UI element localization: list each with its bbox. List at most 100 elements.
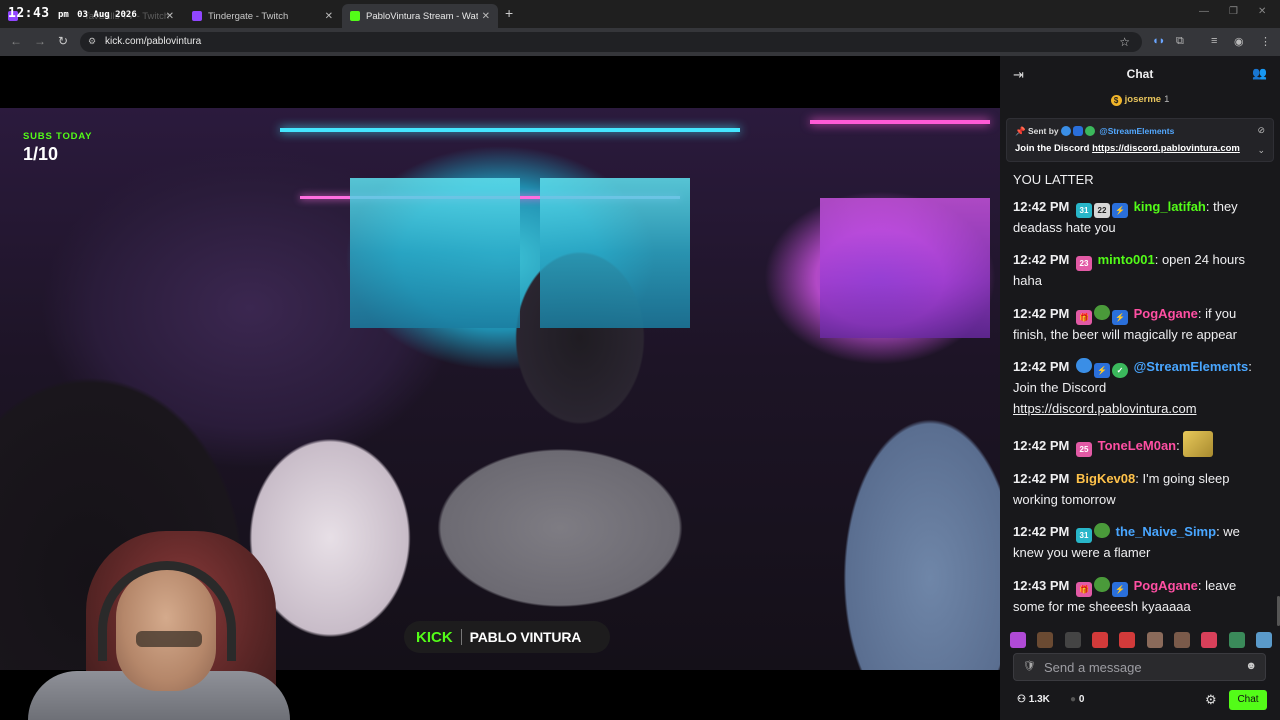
chat-message: 12:42 PM 31 the_Naive_Simp: we knew you … <box>1013 523 1240 560</box>
glasses <box>136 631 202 647</box>
chat-input-placeholder: Send a message <box>1044 660 1142 675</box>
pinned-sender-line: 📌 Sent by @StreamElements <box>1015 126 1174 137</box>
close-icon[interactable]: ✕ <box>166 11 174 22</box>
quick-emote-2[interactable] <box>1037 632 1054 648</box>
emote-image <box>1183 431 1214 457</box>
media-control-icon[interactable]: ≡ <box>1211 35 1217 47</box>
message-username[interactable]: ToneLeM0an <box>1098 438 1177 453</box>
close-window-icon[interactable]: ✕ <box>1258 6 1266 17</box>
site-info-icon[interactable]: ⚙ <box>88 36 96 47</box>
shield-icon: 🛡 <box>1023 661 1036 672</box>
quick-emote-bar <box>1010 630 1272 650</box>
quick-emote-6[interactable] <box>1146 632 1163 648</box>
kick-logo: KICK <box>416 628 453 646</box>
gifter-badge-icon: 25 <box>1076 442 1092 457</box>
clock-date: 03 Aug 2026 <box>77 10 137 20</box>
pinned-link[interactable]: https://discord.pablovintura.com <box>1092 143 1240 154</box>
clock-ampm: pm <box>57 10 69 20</box>
divider <box>460 629 462 645</box>
bot-badge-icon <box>1076 358 1092 373</box>
message-time: 12:42 PM <box>1013 471 1070 486</box>
browser-toolbar: ← → ↻ ⚙ kick.com/pablovintura ☆ ◖◗ ⧉ ≡ ◉… <box>0 28 1280 56</box>
chat-message: 12:42 PM 23 minto001: open 24 hours haha <box>1013 252 1246 288</box>
maximize-icon[interactable]: ❐ <box>1229 6 1238 17</box>
channel-points[interactable]: ● 0 <box>1070 694 1084 705</box>
streamer-name-banner: KICK PABLO VINTURA <box>404 621 610 653</box>
reload-icon[interactable]: ↻ <box>58 34 68 48</box>
chat-message: 12:42 PM 25 ToneLeM0an: <box>1013 431 1271 457</box>
video-player[interactable]: SUBS TODAY 1/10 KICK PABLO VINTURA <box>0 56 1000 720</box>
message-username[interactable]: the_Naive_Simp <box>1116 524 1216 539</box>
clock-overlay: 12:43 pm 03 Aug 2026 <box>8 6 137 21</box>
gifter-badge-icon: 23 <box>1076 256 1092 271</box>
tab-tindergate[interactable]: Tindergate - Twitch ✕ <box>184 4 341 28</box>
close-icon[interactable]: ✕ <box>482 11 490 22</box>
moderator-badge-icon: ⚡ <box>1112 202 1128 218</box>
message-time: 12:42 PM <box>1013 252 1070 267</box>
quick-emote-7[interactable] <box>1173 632 1190 648</box>
verified-badge-icon <box>1085 126 1096 136</box>
message-username[interactable]: minto001 <box>1098 252 1155 267</box>
menu-kebab-icon[interactable]: ⋮ <box>1260 35 1271 48</box>
chevron-down-icon[interactable]: ⌄ <box>1257 145 1265 156</box>
bookmark-star-icon[interactable]: ☆ <box>1119 35 1130 49</box>
message-username[interactable]: @StreamElements <box>1134 359 1249 374</box>
frog-badge-icon <box>1094 304 1110 320</box>
minimize-icon[interactable]: — <box>1199 6 1209 17</box>
message-username[interactable]: PogAgane <box>1134 578 1198 593</box>
chat-message: 12:42 PM BigKev08: I'm going sleep worki… <box>1013 471 1230 507</box>
chat-message: 12:42 PM ⚡ ✓ @StreamElements: Join the Di… <box>1013 358 1252 416</box>
top-gifter[interactable]: $ joserme 1 <box>1000 94 1280 110</box>
quick-emote-5[interactable] <box>1119 632 1136 648</box>
new-tab-button[interactable]: + <box>505 5 513 21</box>
message-time: 12:42 PM <box>1013 438 1070 453</box>
back-icon[interactable]: ← <box>10 34 22 48</box>
message-username[interactable]: BigKev08 <box>1076 471 1135 486</box>
points-value: 0 <box>1078 694 1085 705</box>
message-link[interactable]: https://discord.pablovintura.com <box>1013 401 1197 416</box>
quick-emote-9[interactable] <box>1228 632 1245 648</box>
forward-icon[interactable]: → <box>34 34 46 48</box>
viewer-count-value: 1.3K <box>1028 694 1050 705</box>
chat-settings-gear-icon[interactable]: ⚙ <box>1205 692 1217 708</box>
fridge-display <box>820 198 990 338</box>
pinned-message[interactable]: 📌 Sent by @StreamElements Join the Disco… <box>1006 118 1274 162</box>
extensions-puzzle-icon[interactable]: ⧉ <box>1176 35 1184 48</box>
chat-message: 12:42 PM 🎁 ⚡ PogAgane: if you finish, the… <box>1013 304 1237 342</box>
pinned-text-line: Join the Discord https://discord.pablovi… <box>1015 143 1240 154</box>
webcam-overlay <box>28 531 290 720</box>
message-text: Join the Discord <box>1013 380 1107 395</box>
quick-emote-4[interactable] <box>1091 632 1108 648</box>
extension-icon[interactable]: ◖◗ <box>1152 35 1165 47</box>
profile-icon[interactable]: ◉ <box>1234 35 1244 48</box>
tab-pablovintura[interactable]: PabloVintura Stream - Watc ✕ <box>342 4 498 28</box>
chat-input[interactable]: 🛡 Send a message ☻ <box>1013 653 1266 681</box>
viewer-count[interactable]: ⚇ 1.3K <box>1017 694 1050 705</box>
close-icon[interactable]: ✕ <box>325 11 333 22</box>
quick-emote-3[interactable] <box>1064 632 1081 648</box>
message-username[interactable]: PogAgane <box>1134 306 1198 321</box>
quick-emote-10[interactable] <box>1255 632 1272 648</box>
message-time: 12:42 PM <box>1013 305 1070 321</box>
user-list-icon[interactable]: 👥 <box>1252 66 1267 80</box>
url-text: kick.com/pablovintura <box>105 36 202 47</box>
gift-coin-icon: $ <box>1110 95 1122 106</box>
pinned-sender: @StreamElements <box>1099 126 1175 136</box>
kick-favicon-icon <box>350 11 360 21</box>
chat-message: 12:43 PM 🎁 ⚡ PogAgane: leave some for me … <box>1013 576 1237 614</box>
twitch-favicon-icon <box>192 11 202 21</box>
message-username[interactable]: king_latifah <box>1134 199 1206 214</box>
send-chat-button[interactable]: Chat <box>1229 690 1267 710</box>
quick-emote-1[interactable] <box>1010 632 1026 648</box>
emoji-picker-icon[interactable]: ☻ <box>1245 660 1257 672</box>
quick-emote-8[interactable] <box>1201 632 1218 648</box>
chat-footer: ⚇ 1.3K ● 0 ⚙ Chat <box>1000 688 1280 718</box>
moderator-badge-icon: ⚡ <box>1112 581 1128 597</box>
neon-light <box>280 128 740 132</box>
address-bar[interactable]: ⚙ kick.com/pablovintura ☆ <box>80 32 1142 52</box>
chat-message: 12:42 PM 31 22 ⚡ king_latifah: they deadas… <box>1013 198 1238 235</box>
subscriber-badge-icon: 31 <box>1076 202 1092 218</box>
chat-panel: ⇥ Chat 👥 $ joserme 1 📌 Sent by @StreamElem… <box>1000 56 1280 720</box>
message-time: 12:43 PM <box>1013 577 1070 593</box>
unpin-icon[interactable]: ⊘ <box>1257 125 1265 136</box>
